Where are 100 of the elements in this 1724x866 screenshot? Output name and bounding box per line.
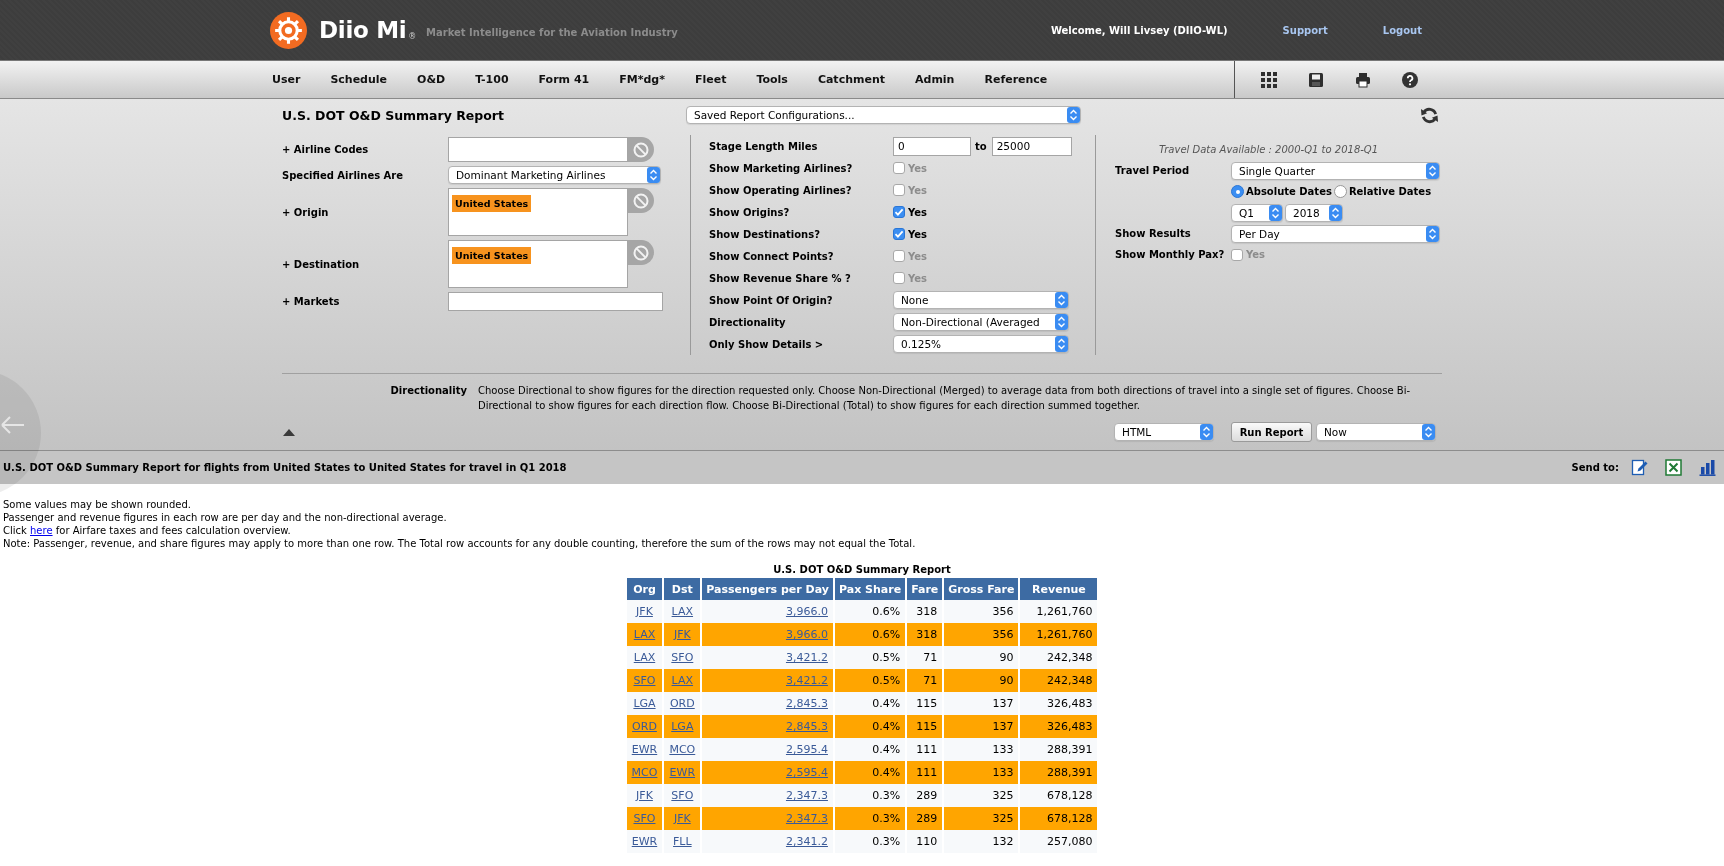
airport-code-link[interactable]: JFK bbox=[636, 605, 653, 618]
table-cell: 111 bbox=[906, 738, 944, 761]
airport-code-link[interactable]: LAX bbox=[671, 674, 694, 687]
schedule-select[interactable]: Now bbox=[1316, 423, 1436, 441]
airport-code-link[interactable]: LAX bbox=[633, 628, 656, 641]
passengers-link[interactable]: 2,595.4 bbox=[785, 766, 828, 779]
airport-code-link[interactable]: MCO bbox=[669, 743, 696, 756]
radio-button[interactable] bbox=[1231, 185, 1244, 198]
output-format-select[interactable]: HTML bbox=[1114, 423, 1214, 441]
airport-code-link[interactable]: EWR bbox=[631, 835, 658, 848]
dropdown-select[interactable]: Non-Directional (Averaged bbox=[893, 313, 1069, 331]
airport-code-link[interactable]: SFO bbox=[633, 812, 656, 825]
country-tag: United States bbox=[452, 247, 532, 264]
dropdown-select[interactable]: 0.125% bbox=[893, 335, 1069, 353]
passengers-link[interactable]: 2,347.3 bbox=[785, 789, 828, 802]
menu-item[interactable]: Reference bbox=[984, 73, 1048, 86]
menu-item[interactable]: Tools bbox=[756, 73, 788, 86]
airport-code-link[interactable]: FLL bbox=[673, 835, 692, 848]
passengers-link[interactable]: 2,845.3 bbox=[785, 697, 828, 710]
table-cell: 289 bbox=[906, 784, 944, 807]
dropdown-select[interactable]: 2018 bbox=[1285, 203, 1343, 222]
grid-icon[interactable] bbox=[1261, 71, 1277, 88]
save-icon[interactable] bbox=[1308, 71, 1324, 88]
note-text: Click here for Airfare taxes and fees calculation overview. bbox=[3, 524, 291, 537]
airport-code-link[interactable]: JFK bbox=[636, 789, 653, 802]
header-link[interactable]: Support bbox=[1282, 24, 1328, 36]
checkbox[interactable] bbox=[893, 272, 905, 284]
bar-chart-icon[interactable] bbox=[1699, 459, 1716, 476]
airport-code-link[interactable]: EWR bbox=[631, 743, 658, 756]
spreadsheet-icon[interactable] bbox=[1665, 459, 1682, 476]
menu-item[interactable]: FM*dg* bbox=[619, 73, 665, 86]
refresh-icon[interactable] bbox=[1420, 106, 1439, 124]
table-cell: 132 bbox=[943, 830, 1020, 853]
field-label: Show Point Of Origin? bbox=[709, 294, 833, 306]
field-label: Show Monthly Pax? bbox=[1115, 249, 1225, 260]
min-value-field[interactable]: 0 bbox=[893, 136, 971, 156]
checkmark-icon bbox=[894, 207, 904, 217]
checkbox[interactable] bbox=[893, 250, 905, 262]
passengers-link[interactable]: 3,966.0 bbox=[785, 605, 828, 618]
checkbox[interactable] bbox=[893, 184, 905, 196]
menu-item[interactable]: Catchment bbox=[817, 73, 885, 86]
header-link[interactable]: Logout bbox=[1382, 24, 1422, 36]
text-input-field[interactable] bbox=[448, 292, 663, 311]
passengers-link[interactable]: 3,421.2 bbox=[785, 651, 828, 664]
menu-item[interactable]: User bbox=[272, 73, 301, 86]
table-cell: 242,348 bbox=[1019, 669, 1098, 692]
airport-code-link[interactable]: LGA bbox=[671, 720, 694, 733]
passengers-link[interactable]: 2,341.2 bbox=[785, 835, 828, 848]
checkbox[interactable] bbox=[1231, 248, 1243, 261]
airport-code-link[interactable]: ORD bbox=[632, 720, 657, 733]
menu-item[interactable]: Admin bbox=[915, 73, 955, 86]
table-cell: 0.3% bbox=[833, 830, 907, 853]
table-cell: 326,483 bbox=[1019, 692, 1098, 715]
dropdown-select[interactable]: None bbox=[893, 291, 1069, 309]
dropdown-select[interactable]: Q1 bbox=[1231, 203, 1283, 222]
passengers-link[interactable]: 3,966.0 bbox=[785, 628, 828, 641]
column-header: Dst bbox=[663, 578, 702, 600]
table-cell: 0.4% bbox=[833, 738, 907, 761]
note-text: Note: Passenger, revenue, and share figures may apply to more than one row. The Total row accounts for any double counting, therefore the sum of the rows may not equal the Total. bbox=[3, 537, 916, 550]
passengers-link[interactable]: 2,347.3 bbox=[785, 812, 828, 825]
table-cell: 0.4% bbox=[833, 761, 907, 784]
airport-code-link[interactable]: JFK bbox=[673, 812, 691, 825]
run-report-button[interactable]: Run Report bbox=[1231, 422, 1312, 442]
airport-code-link[interactable]: SFO bbox=[633, 674, 656, 687]
checkbox[interactable] bbox=[893, 162, 905, 174]
menu-item[interactable]: T-100 bbox=[475, 73, 509, 86]
pencil-document-icon[interactable] bbox=[1631, 459, 1648, 476]
airport-code-link[interactable]: LGA bbox=[633, 697, 656, 710]
passengers-link[interactable]: 2,595.4 bbox=[785, 743, 828, 756]
menu-item[interactable]: Schedule bbox=[330, 73, 388, 86]
tag-list-field[interactable]: United States bbox=[448, 188, 628, 236]
saved-configurations-select[interactable]: Saved Report Configurations... bbox=[686, 106, 1081, 124]
airport-code-link[interactable]: ORD bbox=[669, 697, 695, 710]
checkbox[interactable] bbox=[893, 228, 905, 240]
passengers-link[interactable]: 3,421.2 bbox=[785, 674, 828, 687]
menu-item[interactable]: Form 41 bbox=[538, 73, 590, 86]
checkbox[interactable] bbox=[893, 206, 905, 218]
airport-code-link[interactable]: LAX bbox=[671, 605, 694, 618]
airport-code-link[interactable]: JFK bbox=[673, 628, 691, 641]
dropdown-select[interactable]: Dominant Marketing Airlines bbox=[448, 166, 661, 184]
menu-item[interactable]: O&D bbox=[417, 73, 446, 86]
radio-button[interactable] bbox=[1333, 185, 1347, 198]
airport-code-link[interactable]: EWR bbox=[669, 766, 696, 779]
airport-code-link[interactable]: MCO bbox=[631, 766, 658, 779]
airport-code-link[interactable]: LAX bbox=[633, 651, 656, 664]
note-link[interactable]: here bbox=[30, 525, 53, 536]
dropdown-select[interactable]: Per Day bbox=[1231, 224, 1440, 243]
airport-code-link[interactable]: SFO bbox=[671, 651, 694, 664]
passengers-link[interactable]: 2,845.3 bbox=[785, 720, 828, 733]
help-icon[interactable] bbox=[1402, 71, 1418, 88]
table-cell: 1,261,760 bbox=[1019, 623, 1098, 646]
tag-list-field[interactable]: United States bbox=[448, 240, 628, 288]
print-icon[interactable] bbox=[1355, 71, 1371, 88]
dropdown-select[interactable]: Single Quarter bbox=[1231, 161, 1440, 180]
up-triangle-icon[interactable] bbox=[283, 428, 295, 436]
max-value-field[interactable]: 25000 bbox=[991, 136, 1072, 156]
field-label: + Destination bbox=[282, 258, 360, 270]
airport-code-link[interactable]: SFO bbox=[671, 789, 694, 802]
text-input-field[interactable] bbox=[448, 137, 628, 162]
menu-item[interactable]: Fleet bbox=[694, 73, 727, 86]
